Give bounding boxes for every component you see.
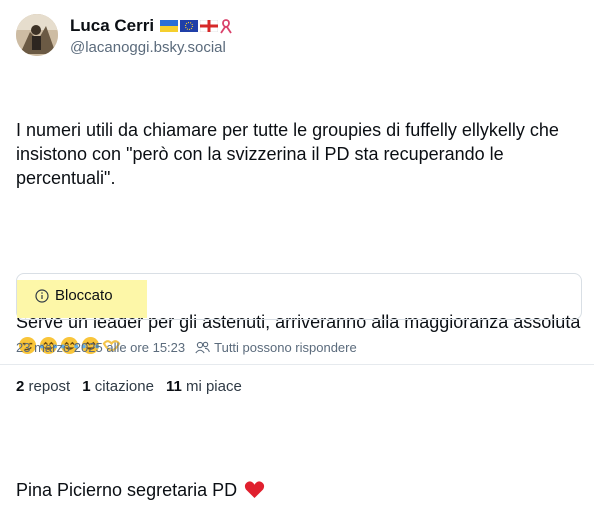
likes-count: 11 (165, 378, 182, 395)
quotes-label: citazione (94, 378, 154, 395)
blocked-label: Bloccato (55, 287, 113, 304)
likes-label: mi piace (185, 378, 242, 395)
likes-stat[interactable]: 11 mi piace (166, 378, 242, 395)
reposts-stat[interactable]: 2 repost (16, 378, 70, 395)
avatar[interactable] (16, 14, 58, 56)
blocked-status: Bloccato (35, 287, 113, 304)
divider (0, 364, 594, 365)
red-heart-emoji-icon (245, 481, 265, 499)
quotes-count: 1 (82, 378, 91, 395)
post-stats: 2 repost 1 citazione 11 mi piace (16, 378, 242, 395)
reply-permission: Tutti possono rispondere (214, 340, 357, 355)
georgia-flag-icon (200, 20, 219, 32)
blocked-embed: Bloccato (16, 273, 582, 320)
reposts-label: repost (28, 378, 71, 395)
post-timestamp[interactable]: 23 marzo 2025 alle ore 15:23 (16, 340, 185, 355)
eu-flag-icon (180, 20, 199, 32)
post-paragraph-1: I numeri utili da chiamare per tutte le … (16, 120, 564, 188)
awareness-ribbon-icon (220, 18, 232, 33)
info-icon (35, 288, 49, 303)
author-display-name[interactable]: Luca Cerri (70, 16, 154, 36)
post-paragraph-3: Pina Picierno segretaria PD (16, 478, 582, 502)
author-handle[interactable]: @lacanoggi.bsky.social (70, 39, 226, 56)
ukraine-flag-icon (160, 20, 179, 32)
reposts-count: 2 (16, 378, 25, 395)
post-meta: 23 marzo 2025 alle ore 15:23 Tutti posso… (16, 340, 357, 355)
quotes-stat[interactable]: 1 citazione (82, 378, 154, 395)
people-icon (195, 341, 211, 354)
post-paragraph-3-text: Pina Picierno segretaria PD (16, 480, 238, 500)
